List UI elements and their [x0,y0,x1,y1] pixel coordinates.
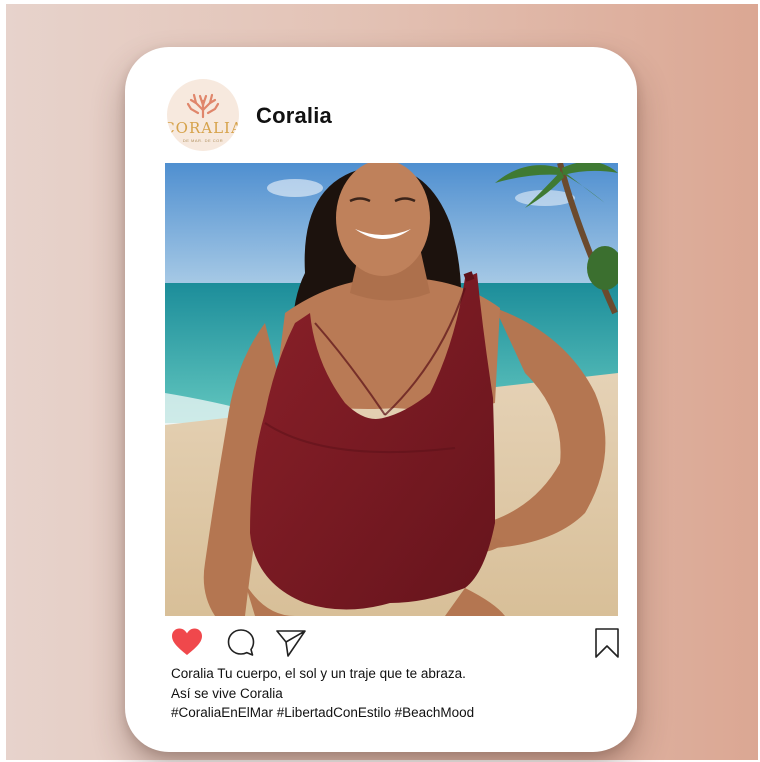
caption-hashtags[interactable]: #CoraliaEnElMar #LibertadConEstilo #Beac… [171,703,611,723]
post-photo[interactable] [165,163,618,616]
heart-icon[interactable] [171,627,203,659]
bookmark-icon[interactable] [591,627,623,659]
caption-line: Coralia Tu cuerpo, el sol y un traje que… [171,666,466,681]
instagram-post-card: CORALIA DE MAR. DE COR Coralia Coralia T… [125,47,637,752]
caption-line: Así se vive Coralia [171,685,283,701]
post-actions [171,627,623,659]
profile-avatar[interactable]: CORALIA DE MAR. DE COR [167,79,239,151]
post-username[interactable]: Coralia [256,103,332,129]
post-caption: Coralia Tu cuerpo, el sol y un traje que… [171,664,611,723]
comment-icon[interactable] [225,627,257,659]
send-icon[interactable] [275,627,307,659]
avatar-brand-text: CORALIA [167,119,239,137]
avatar-tagline: DE MAR. DE COR [182,138,224,143]
